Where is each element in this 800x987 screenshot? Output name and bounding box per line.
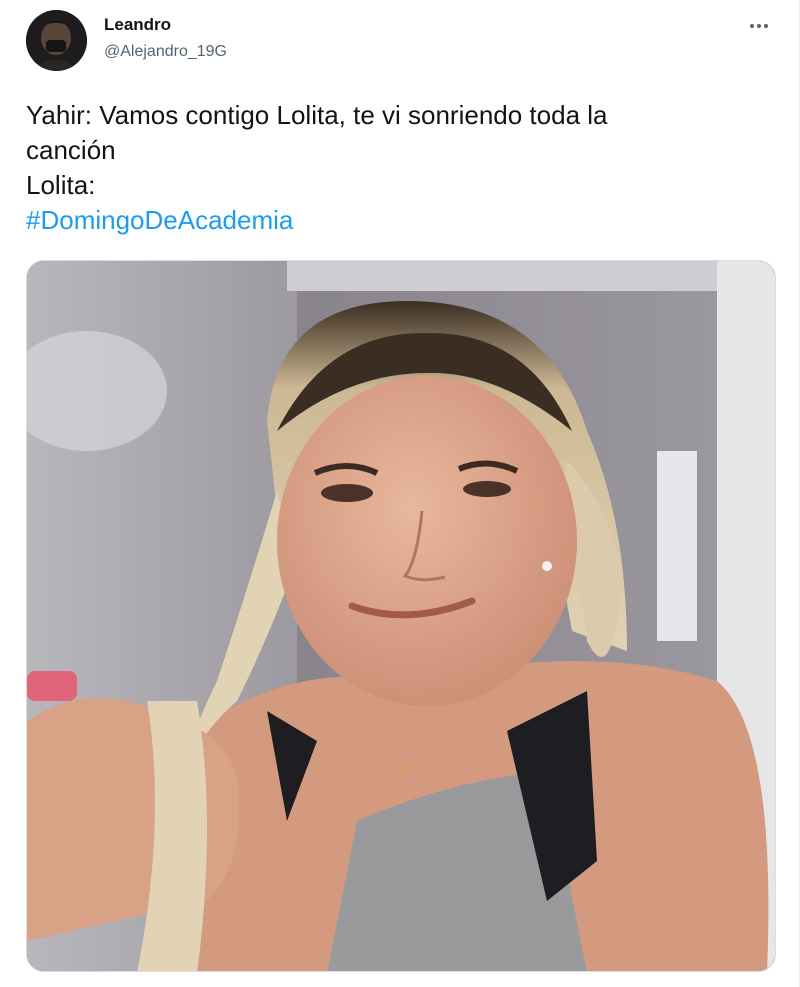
author-info: Leandro @Alejandro_19G (104, 14, 227, 63)
more-options-button[interactable] (743, 14, 775, 38)
tweet-text-line: Lolita: (26, 170, 96, 200)
author-display-name[interactable]: Leandro (104, 14, 227, 36)
tweet-text: Yahir: Vamos contigo Lolita, te vi sonri… (26, 98, 766, 238)
photo-meme-image (27, 261, 775, 971)
tweet-text-line: canción (26, 135, 116, 165)
hashtag-link[interactable]: #DomingoDeAcademia (26, 203, 766, 238)
author-avatar[interactable] (26, 10, 87, 71)
more-horizontal-icon (749, 24, 770, 28)
tweet-card: Leandro @Alejandro_19G Yahir: Vamos cont… (0, 0, 800, 987)
author-handle[interactable]: @Alejandro_19G (104, 41, 227, 63)
avatar-icon (26, 10, 87, 71)
tweet-text-line: Yahir: Vamos contigo Lolita, te vi sonri… (26, 100, 608, 130)
tweet-media-image[interactable] (26, 260, 776, 972)
